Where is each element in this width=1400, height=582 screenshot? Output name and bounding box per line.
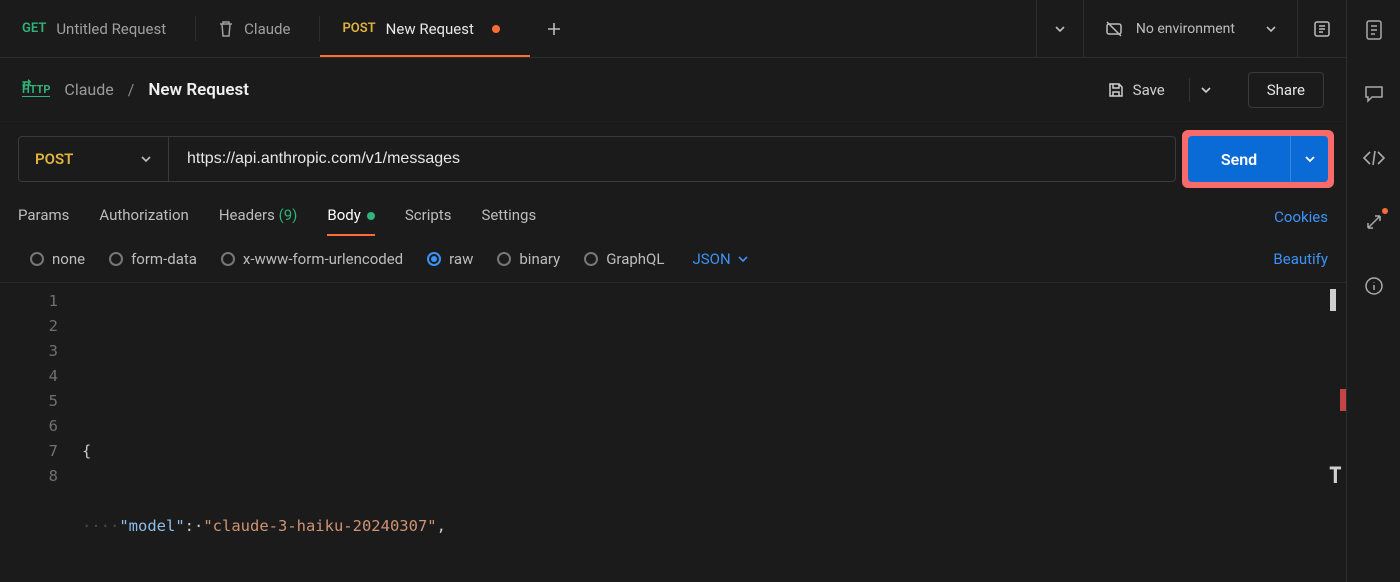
tab-settings[interactable]: Settings	[481, 198, 536, 236]
method-select[interactable]: POST	[19, 137, 169, 181]
right-sidebar	[1346, 0, 1400, 582]
save-options-button[interactable]	[1189, 78, 1222, 102]
url-input[interactable]	[169, 137, 1175, 181]
line-gutter: 12345678	[0, 283, 72, 582]
tab-headers[interactable]: Headers (9)	[219, 198, 298, 236]
save-label: Save	[1133, 81, 1165, 99]
code-icon[interactable]	[1362, 146, 1386, 170]
url-row: POST Send	[0, 122, 1346, 188]
environment-quicklook-button[interactable]	[1298, 0, 1346, 57]
body-format-select[interactable]: JSON	[692, 250, 748, 268]
notification-dot-icon	[1382, 208, 1388, 214]
tab-claude[interactable]: Claude	[196, 0, 320, 57]
trash-icon	[218, 20, 234, 38]
related-icon[interactable]	[1362, 210, 1386, 234]
tab-title: New Request	[386, 20, 474, 38]
headers-count: (9)	[279, 206, 298, 224]
chevron-down-icon	[140, 153, 152, 165]
tab-body[interactable]: Body	[327, 198, 374, 236]
add-tab-button[interactable]	[530, 0, 578, 57]
info-icon[interactable]	[1362, 274, 1386, 298]
environment-selector[interactable]: No environment	[1084, 0, 1298, 57]
radio-none[interactable]: none	[30, 250, 85, 268]
radio-icon	[427, 252, 441, 266]
radio-icon	[584, 252, 598, 266]
radio-raw[interactable]: raw	[427, 250, 473, 268]
tab-authorization[interactable]: Authorization	[99, 198, 188, 236]
radio-urlencoded[interactable]: x-www-form-urlencoded	[221, 250, 403, 268]
body-label: Body	[327, 206, 360, 224]
radio-icon	[221, 252, 235, 266]
tab-params[interactable]: Params	[18, 198, 69, 236]
http-icon: ⇄HTTP	[22, 83, 50, 97]
unsaved-dot-icon	[492, 25, 500, 33]
share-button[interactable]: Share	[1248, 72, 1324, 108]
tab-title: Untitled Request	[56, 20, 166, 38]
radio-graphql[interactable]: GraphQL	[584, 250, 664, 268]
error-marker-icon	[1340, 389, 1346, 411]
method-badge: GET	[22, 21, 46, 36]
radio-icon	[30, 252, 44, 266]
save-icon	[1107, 81, 1125, 99]
radio-form-data[interactable]: form-data	[109, 250, 197, 268]
cookies-link[interactable]: Cookies	[1274, 208, 1328, 226]
request-section-tabs: Params Authorization Headers (9) Body Sc…	[0, 188, 1346, 236]
send-options-button[interactable]	[1290, 136, 1328, 182]
tab-title: Claude	[244, 20, 290, 38]
radio-binary[interactable]: binary	[497, 250, 560, 268]
tabs-overflow-button[interactable]	[1036, 0, 1084, 57]
radio-icon	[109, 252, 123, 266]
body-editor[interactable]: 12345678 T { ····"model":·"claude-3-haik…	[0, 282, 1346, 582]
tab-new-request[interactable]: POST New Request	[320, 0, 529, 57]
comments-icon[interactable]	[1362, 82, 1386, 106]
cursor-icon	[1330, 289, 1336, 311]
send-label: Send	[1188, 150, 1290, 169]
method-badge: POST	[342, 21, 375, 36]
tabs-bar: GET Untitled Request Claude POST New Req…	[0, 0, 1346, 58]
tab-scripts[interactable]: Scripts	[405, 198, 452, 236]
save-button[interactable]: Save	[1097, 75, 1175, 105]
documentation-icon[interactable]	[1362, 18, 1386, 42]
chevron-down-icon	[1265, 23, 1277, 35]
main-panel: GET Untitled Request Claude POST New Req…	[0, 0, 1346, 582]
code-area[interactable]: T { ····"model":·"claude-3-haiku-2024030…	[72, 283, 1346, 582]
breadcrumb-bar: ⇄HTTP Claude / New Request Save Share	[0, 58, 1346, 122]
send-button-highlight: Send	[1188, 136, 1328, 182]
environment-label: No environment	[1136, 21, 1235, 37]
beautify-button[interactable]: Beautify	[1273, 250, 1328, 268]
radio-icon	[497, 252, 511, 266]
breadcrumb-folder[interactable]: Claude	[64, 80, 113, 99]
tabs-right-group: No environment	[1036, 0, 1346, 57]
breadcrumb-separator: /	[128, 80, 135, 99]
send-button[interactable]: Send	[1188, 136, 1328, 182]
method-value: POST	[35, 150, 73, 168]
breadcrumb-name[interactable]: New Request	[148, 80, 249, 100]
url-box: POST	[18, 136, 1176, 182]
caret-end-icon: T	[1329, 464, 1342, 489]
body-type-row: none form-data x-www-form-urlencoded raw…	[0, 236, 1346, 282]
body-has-content-icon	[367, 212, 375, 220]
tab-untitled-request[interactable]: GET Untitled Request	[0, 0, 196, 57]
headers-label: Headers	[219, 206, 275, 224]
no-environment-icon	[1104, 19, 1124, 39]
